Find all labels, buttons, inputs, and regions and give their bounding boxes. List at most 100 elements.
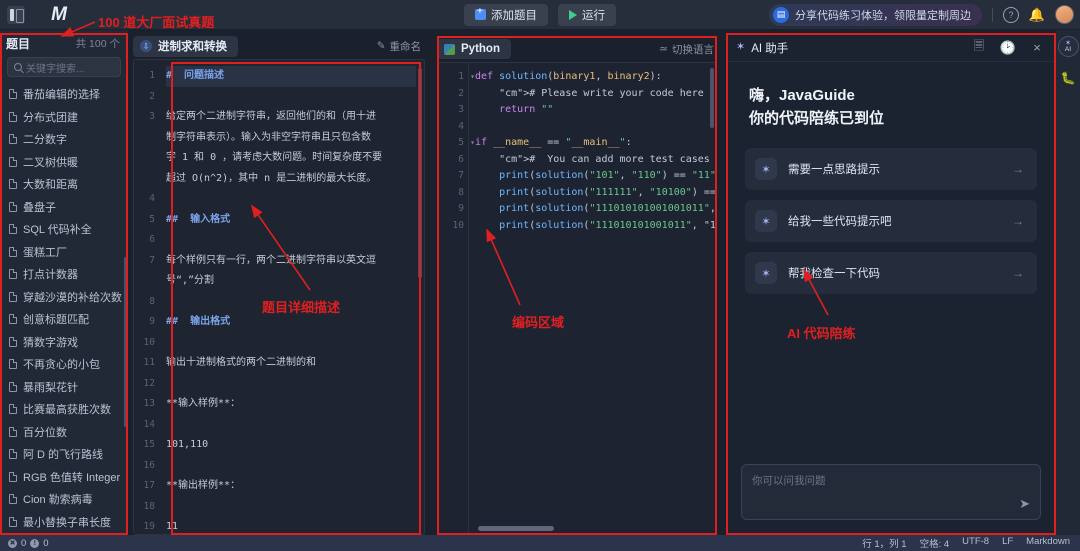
sidebar-item[interactable]: SQL 代码补全 (0, 218, 126, 241)
history-icon[interactable]: 🕑 (1000, 40, 1016, 56)
bell-icon[interactable]: 🔔 (1029, 7, 1045, 23)
sidebar-item[interactable]: 百分位数 (0, 421, 126, 444)
sidebar-title: 题目 (6, 36, 31, 51)
code-line: print(solution("101", "110") == "11") (499, 170, 716, 181)
markdown-editor-panel: ⇩ 进制求和转换 ✎ 重命名 1 2 3 4 5 6 7 8 9 10 11 12 13 14 15 16 17… (133, 33, 425, 535)
sidebar-item[interactable]: 蛋糕工厂 (0, 241, 126, 264)
document-icon (9, 381, 17, 392)
ai-suggestion-card[interactable]: ✶ 需要一点思路提示 → (745, 148, 1037, 190)
sidebar-item[interactable]: 大数和距离 (0, 173, 126, 196)
right-rail: ✶ AI 🐛 (1056, 30, 1080, 535)
line-number: 14 (143, 418, 155, 430)
error-icon: ✖ (8, 538, 17, 548)
sidebar-item[interactable]: 暴雨梨花针 (0, 376, 126, 399)
fold-chevron-icon[interactable]: ▾ (470, 135, 475, 152)
sidebar-item[interactable]: 叠盘子 (0, 196, 126, 219)
status-bar: ✖ 0 ! 0 行 1，列 1 空格: 4 UTF-8 LF Markdown (0, 535, 1080, 551)
rename-button[interactable]: ✎ 重命名 (377, 39, 421, 54)
code-horizontal-scrollbar[interactable] (478, 526, 554, 531)
code-line: print(solution("111111", "10100") == (499, 186, 716, 198)
sidebar-item[interactable]: 二分数字 (0, 128, 126, 151)
sidebar-item[interactable]: 穿越沙漠的补给次数 (0, 286, 126, 309)
sidebar-item[interactable]: 不再贪心的小包 (0, 353, 126, 376)
code-vertical-scrollbar[interactable] (710, 68, 714, 128)
line-number: 17 (143, 480, 155, 491)
line-number: 3 (149, 111, 155, 122)
markdown-line: 输出十进制格式的两个二进制的和 (166, 357, 316, 368)
error-count: 0 (21, 537, 27, 549)
ai-suggestion-card[interactable]: ✶ 给我一些代码提示吧 → (745, 200, 1037, 242)
document-icon (9, 201, 17, 212)
send-icon[interactable]: ➤ (1019, 496, 1030, 512)
line-number: 6 (458, 153, 464, 165)
tab-python[interactable]: Python (437, 39, 511, 59)
panel-toggle-icon[interactable] (7, 5, 25, 24)
sidebar-scrollbar[interactable] (124, 257, 127, 427)
sidebar-item[interactable]: RGB 色值转 Integer (0, 466, 126, 489)
sidebar-item[interactable]: 猜数字游戏 (0, 331, 126, 354)
sidebar-count: 共 100 个 (75, 37, 120, 50)
sparkle-icon: ✶ (755, 158, 777, 180)
code-text[interactable]: def solution(binary1, binary2): "cm"># P… (468, 63, 716, 534)
document-icon (9, 224, 17, 235)
sidebar-item-label: 最小替换子串长度 (23, 516, 111, 529)
line-number: 18 (143, 500, 155, 512)
status-bar-item[interactable]: UTF-8 (962, 536, 989, 550)
markdown-line (166, 456, 416, 477)
ai-suggestion-card[interactable]: ✶ 帮我检查一下代码 → (745, 252, 1037, 294)
search-input[interactable]: 关键字搜索... (7, 57, 121, 77)
markdown-line: ## 输入格式 (166, 213, 231, 225)
sidebar-item[interactable]: 分布式团建 (0, 106, 126, 129)
sidebar-item[interactable]: 二叉树供暖 (0, 151, 126, 174)
tab-problem-markdown[interactable]: ⇩ 进制求和转换 (133, 35, 238, 57)
run-label: 运行 (582, 9, 605, 22)
markdown-line: # 问题描述 (166, 66, 416, 87)
new-chat-icon[interactable]: 🗏 (971, 38, 987, 56)
promo-banner[interactable]: ▤ 分享代码练习体验，领限量定制周边 (769, 3, 982, 26)
top-bar: M 添加题目 运行 ▤ 分享代码练习体验，领限量定制周边 ? 🔔 (0, 0, 1080, 30)
problem-list[interactable]: 番茄编辑的选择分布式团建二分数字 二叉树供暖大数和距离叠盘子 SQL 代码补全蛋糕工… (0, 83, 128, 535)
line-number (134, 169, 160, 190)
status-bar-item[interactable]: LF (1002, 536, 1013, 550)
app-logo: M (51, 3, 67, 25)
sidebar-item[interactable]: 打点计数器 (0, 263, 126, 286)
status-bar-item[interactable]: Markdown (1026, 536, 1070, 550)
sidebar-item-label: 分布式团建 (23, 111, 78, 124)
avatar[interactable] (1055, 5, 1074, 24)
close-icon[interactable]: × (1029, 40, 1045, 56)
status-bar-diagnostics[interactable]: ✖ 0 ! 0 (8, 538, 49, 549)
ai-chat-input[interactable]: 你可以问我问题 ➤ (741, 464, 1041, 520)
ai-rail-button[interactable]: ✶ AI (1057, 36, 1079, 57)
help-icon[interactable]: ? (1003, 6, 1019, 23)
status-bar-item[interactable]: 行 1，列 1 (862, 536, 906, 550)
line-number: 9 (149, 316, 155, 327)
markdown-scrollbar[interactable] (418, 68, 422, 278)
line-number: 10 (143, 336, 155, 348)
sidebar-item-label: 大数和距离 (23, 179, 78, 192)
document-icon (9, 134, 17, 145)
add-problem-button[interactable]: 添加题目 (464, 3, 548, 26)
sidebar-item[interactable]: 创意标题匹配 (0, 308, 126, 331)
ai-greeting-line1: 嗨，JavaGuide (749, 87, 855, 104)
run-button[interactable]: 运行 (558, 3, 616, 26)
sidebar-item[interactable]: 最小替换子串长度 (0, 511, 126, 534)
line-number: 13 (143, 398, 155, 409)
switch-language-button[interactable]: ≃ 切换语言 (659, 42, 714, 57)
line-number: 7 (149, 254, 155, 266)
markdown-text[interactable]: # 问题描述 给定两个二进制字符串，返回他们的和（用十进 制字符串表示）。输入为非… (160, 60, 424, 534)
code-line: return "" (499, 104, 554, 115)
status-bar-item[interactable]: 空格: 4 (920, 536, 950, 550)
markdown-editor-body[interactable]: 1234567891011121314151617181920212223 # … (133, 59, 425, 535)
ai-suggestion-list: ✶ 需要一点思路提示 → ✶ 给我一些代码提示吧 → ✶ 帮我检查一下代码 → (727, 130, 1055, 294)
code-line: "cm"># Please write your code here (499, 87, 704, 99)
code-editor-body[interactable]: 1 ▾ 2 3 4 5 ▾ 6 7 8 9 10 def solution(binary1, bina… (437, 62, 717, 535)
line-number: 3 (458, 104, 464, 115)
sidebar-item[interactable]: 阿 D 的飞行路线 (0, 443, 126, 466)
sidebar-item[interactable]: 番茄编辑的选择 (0, 83, 126, 106)
fold-chevron-icon[interactable]: ▾ (470, 69, 475, 86)
sidebar-item[interactable]: 比赛最高获胜次数 (0, 398, 126, 421)
ai-assistant-panel: ✶ AI 助手 🗏 🕑 × 嗨，JavaGuide 你的代码陪练已到位 ✶ 需要一… (726, 33, 1056, 535)
sidebar-item[interactable]: Cion 勒索病毒 (0, 488, 126, 511)
bug-icon[interactable]: 🐛 (1061, 71, 1076, 85)
sidebar-item-label: 蛋糕工厂 (23, 246, 67, 259)
